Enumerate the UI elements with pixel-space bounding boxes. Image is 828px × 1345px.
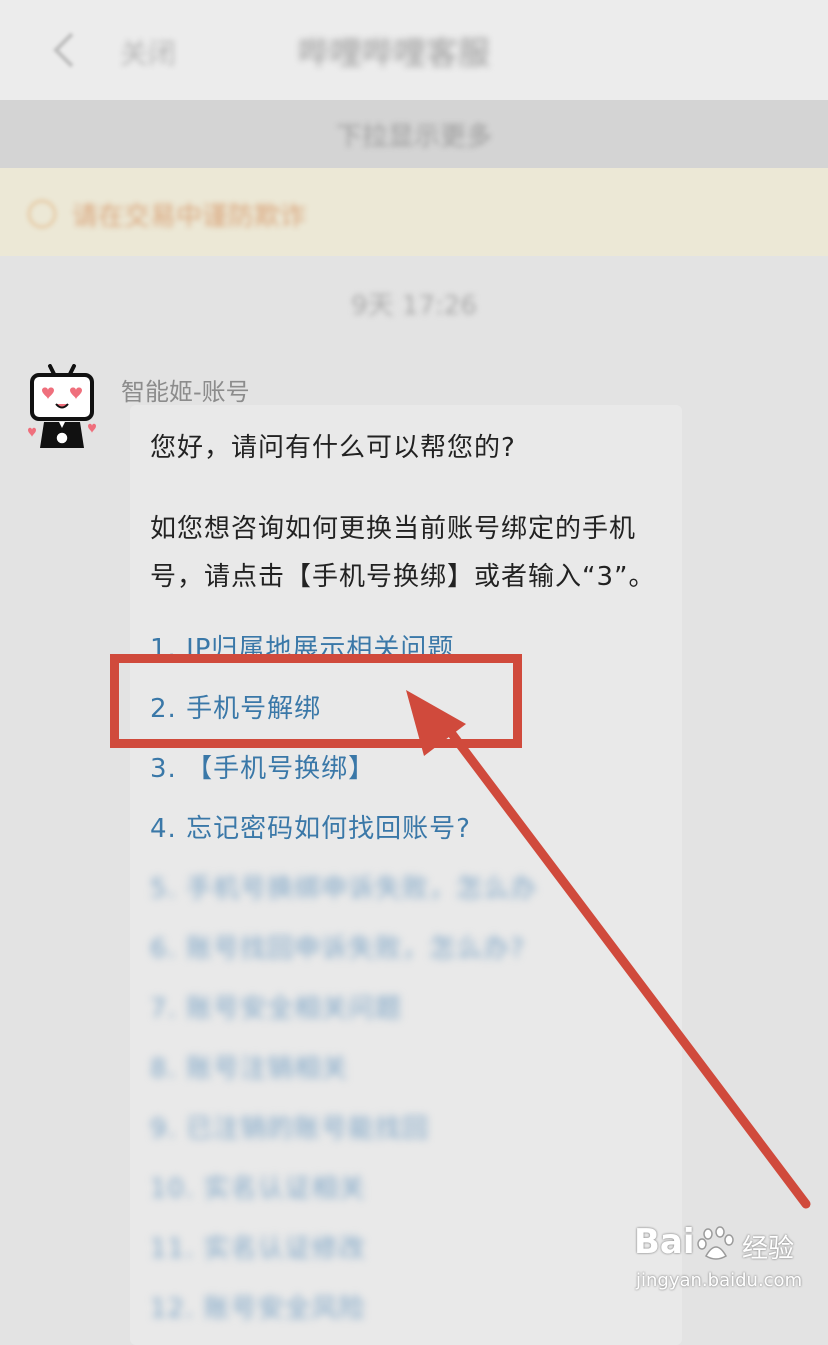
bot-avatar[interactable] xyxy=(22,364,102,454)
greeting-text: 您好，请问有什么可以帮您的? xyxy=(150,433,516,463)
notice-text: 请在交易中谨防欺诈 xyxy=(72,202,307,232)
watermark-logo-text: Bai xyxy=(634,1222,695,1262)
back-chevron-icon[interactable] xyxy=(48,30,80,70)
option-10[interactable]: 10. 实名认证相关 xyxy=(150,1168,366,1205)
pull-down-hint-bar: 下拉显示更多 xyxy=(0,100,828,168)
hint-text: 如您想咨询如何更换当前账号绑定的手机 号，请点击【手机号换绑】或者输入“3”。 xyxy=(150,505,670,601)
highlight-box xyxy=(110,654,522,748)
option-forgot-password[interactable]: 4. 忘记密码如何找回账号? xyxy=(150,808,471,845)
hint-line-2: 号，请点击【手机号换绑】或者输入“3”。 xyxy=(150,562,656,592)
option-9[interactable]: 9. 已注销的账号能找回 xyxy=(150,1108,429,1145)
top-nav-bar: 关闭 哔哩哔哩客服 xyxy=(0,0,828,100)
notice-banner[interactable]: 请在交易中谨防欺诈 xyxy=(0,168,828,256)
option-11[interactable]: 11. 实名认证修改 xyxy=(150,1228,366,1265)
message-timestamp: 9天 17:26 xyxy=(351,291,477,321)
option-8[interactable]: 8. 账号注销相关 xyxy=(150,1048,348,1085)
baidu-jingyan-watermark: Bai 经验 jingyan.baidu.com xyxy=(634,1222,814,1302)
sender-name: 智能姬-账号 xyxy=(121,378,250,406)
option-5[interactable]: 5. 手机号换绑申诉失败，怎么办 xyxy=(150,868,537,905)
option-phone-rebind[interactable]: 3. 【手机号换绑】 xyxy=(150,748,375,785)
pull-down-hint: 下拉显示更多 xyxy=(335,122,492,152)
watermark-url: jingyan.baidu.com xyxy=(636,1270,803,1291)
option-12[interactable]: 12. 账号安全风险 xyxy=(150,1288,366,1325)
info-icon xyxy=(28,200,56,228)
paw-icon xyxy=(697,1226,734,1260)
option-6[interactable]: 6. 账号找回申诉失败，怎么办? xyxy=(150,928,525,965)
option-7[interactable]: 7. 账号安全相关问题 xyxy=(150,988,402,1025)
watermark-brand: 经验 xyxy=(742,1234,795,1264)
close-button[interactable]: 关闭 xyxy=(120,32,176,72)
page-title: 哔哩哔哩客服 xyxy=(298,34,491,72)
hint-line-1: 如您想咨询如何更换当前账号绑定的手机 xyxy=(150,514,637,544)
